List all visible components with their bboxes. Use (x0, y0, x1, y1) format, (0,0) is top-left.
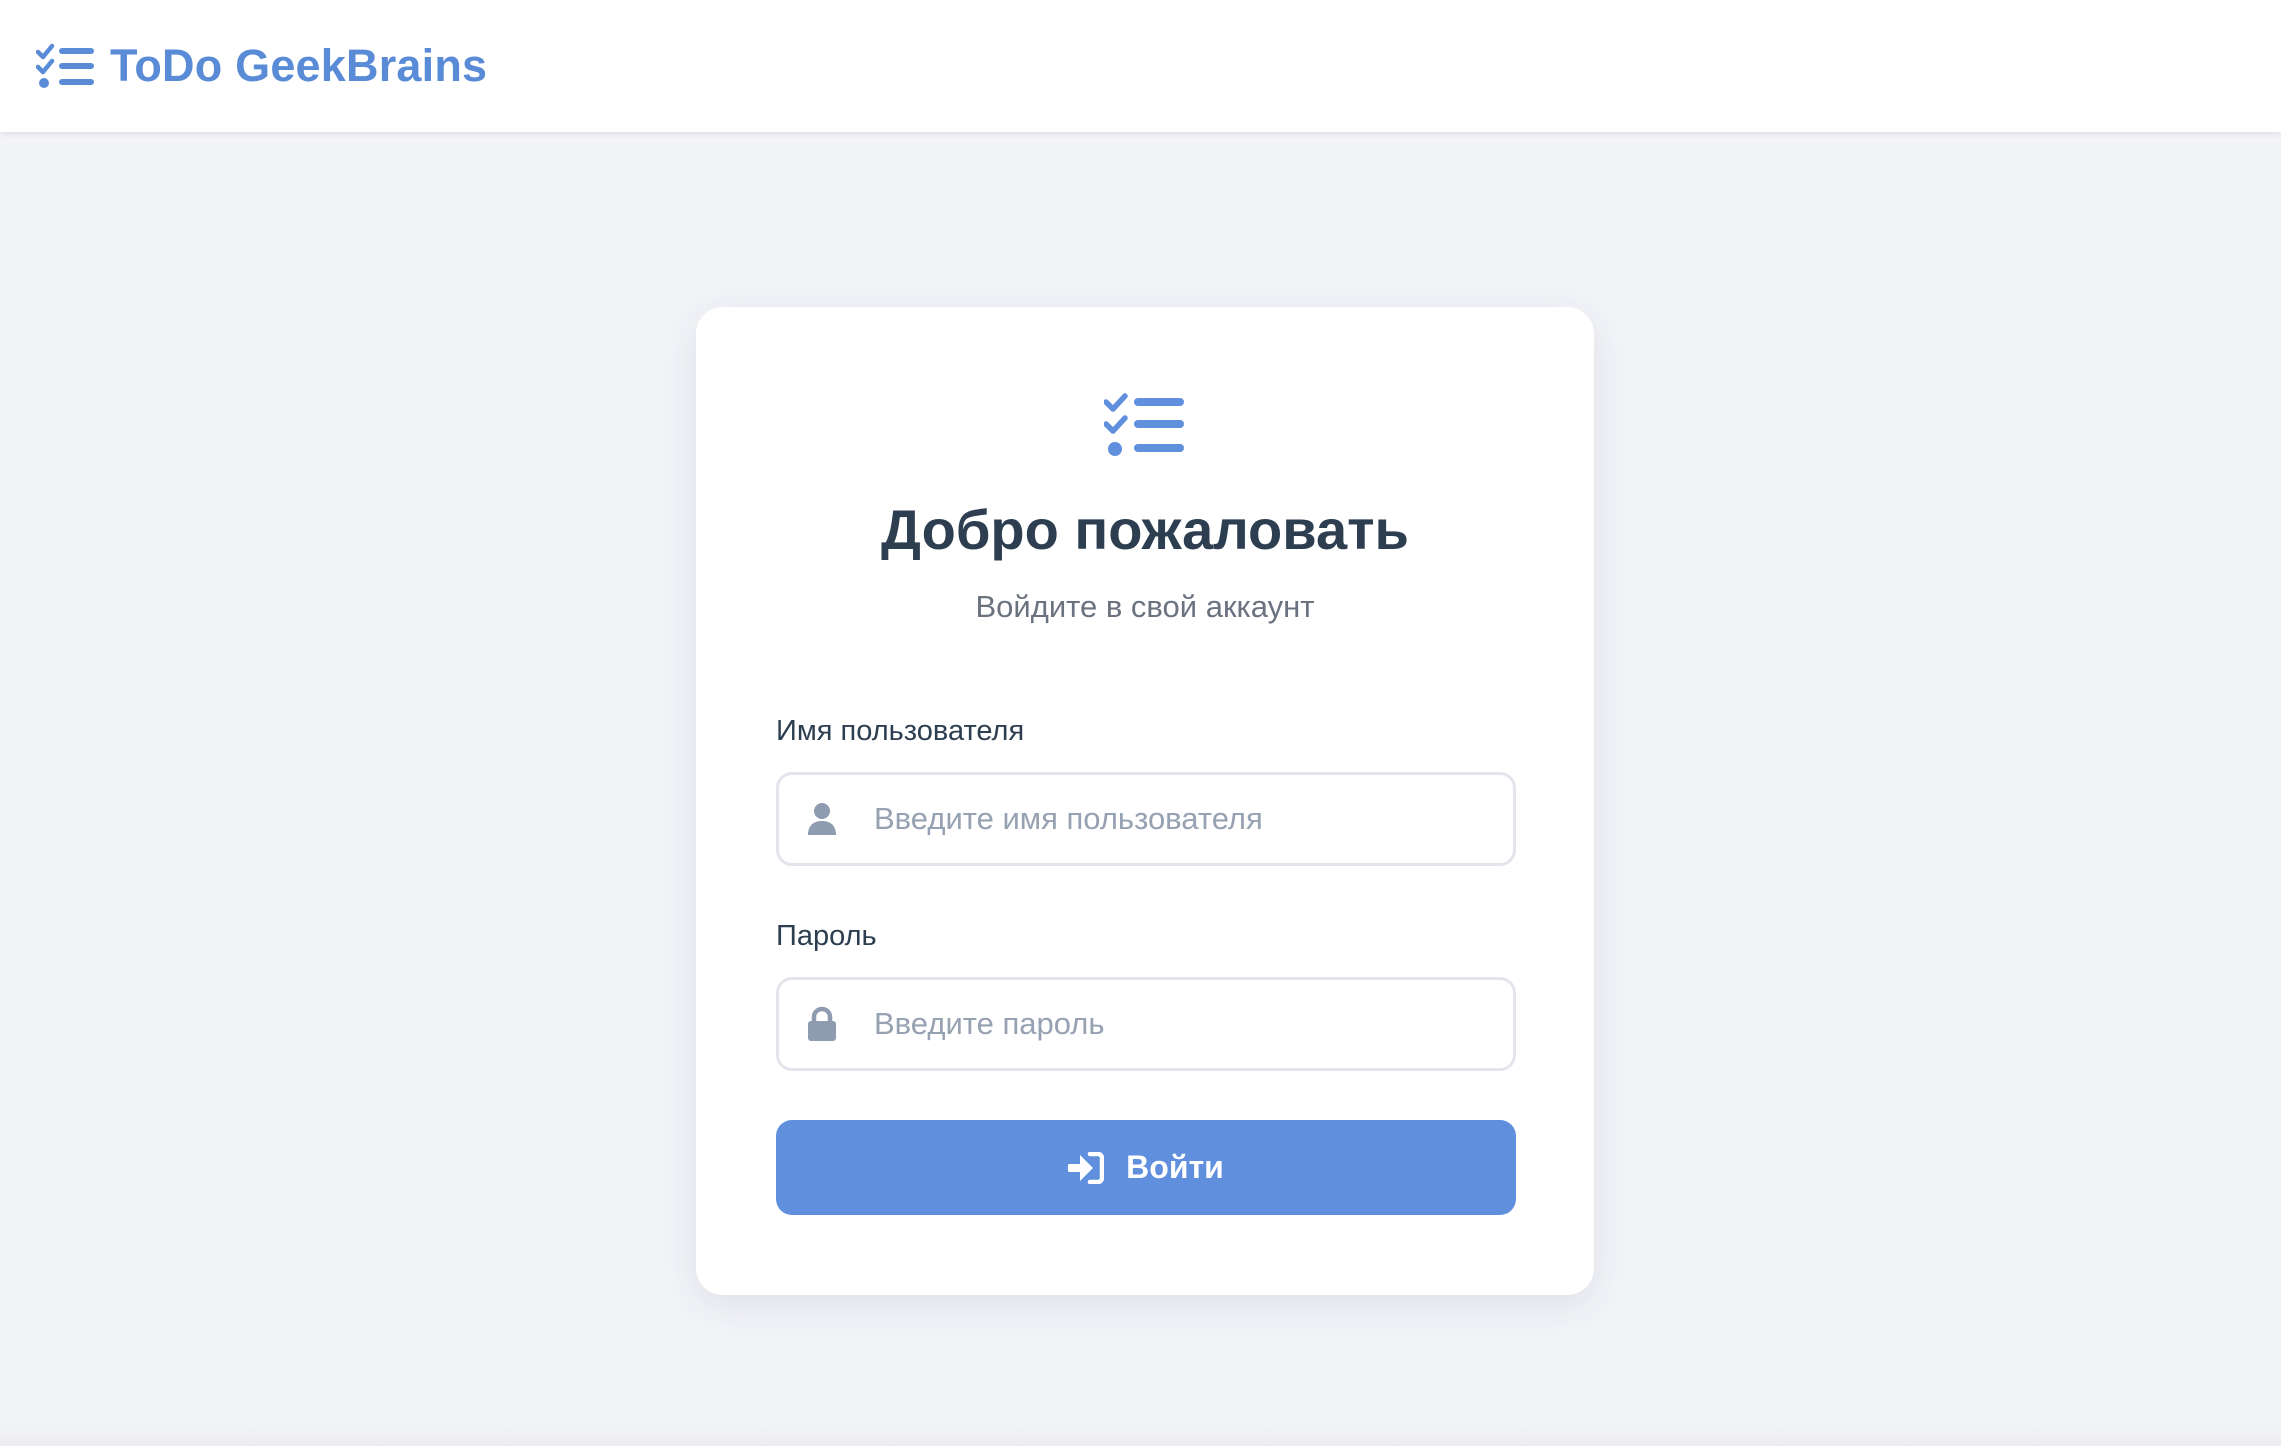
tasks-list-icon (36, 43, 94, 88)
login-button-label: Войти (1126, 1149, 1224, 1185)
brand-name: ToDo GeekBrains (110, 40, 488, 91)
password-label: Пароль (776, 920, 877, 952)
login-card: Добро пожаловать Войдите в свой аккаунт … (696, 307, 1594, 1295)
tasks-list-icon (1104, 393, 1184, 456)
username-field (776, 772, 1516, 866)
login-subtitle: Войдите в свой аккаунт (975, 589, 1315, 624)
welcome-title: Добро пожаловать (881, 498, 1409, 561)
username-input[interactable] (874, 775, 1494, 863)
sign-in-icon (1068, 1151, 1105, 1184)
lock-icon (808, 1006, 836, 1041)
brand-link[interactable]: ToDo GeekBrains (36, 40, 487, 92)
login-button[interactable]: Войти (776, 1120, 1516, 1215)
password-field (776, 977, 1516, 1071)
password-input[interactable] (874, 980, 1494, 1068)
page-footer-shade (0, 1420, 2281, 1446)
navbar: ToDo GeekBrains (0, 0, 2281, 132)
username-label: Имя пользователя (776, 715, 1025, 747)
user-icon (808, 803, 836, 835)
